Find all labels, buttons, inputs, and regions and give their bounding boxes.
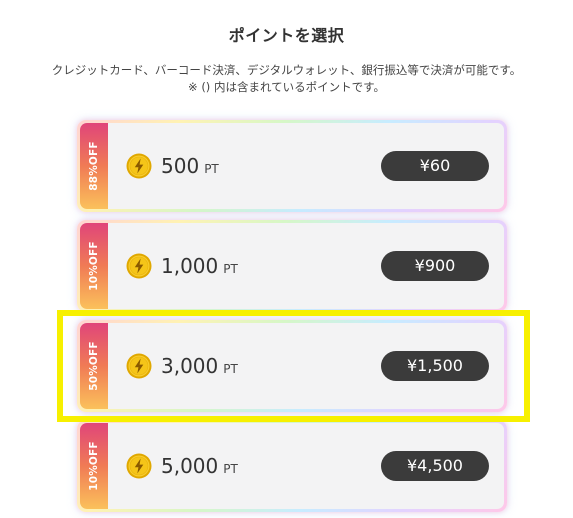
- point-amount-value: 1,000: [161, 254, 219, 278]
- point-option-inner: 10%OFF 1,000 PT ¥900: [80, 223, 504, 309]
- page-title: ポイントを選択: [228, 26, 345, 45]
- discount-badge: 88%OFF: [80, 123, 108, 209]
- discount-label: 10%OFF: [88, 441, 100, 491]
- point-selection-page: ポイントを選択 クレジットカード、バーコード決済、デジタルウォレット、銀行振込等…: [0, 0, 573, 518]
- point-option-inner: 10%OFF 5,000 PT ¥4,500: [80, 423, 504, 509]
- price-button[interactable]: ¥900: [381, 251, 489, 281]
- point-option-inner: 50%OFF 3,000 PT ¥1,500: [80, 323, 504, 409]
- point-option-card[interactable]: 10%OFF 1,000 PT ¥900: [77, 220, 507, 312]
- lightning-coin-icon: [126, 253, 152, 279]
- discount-badge: 10%OFF: [80, 423, 108, 509]
- price-button[interactable]: ¥4,500: [381, 451, 489, 481]
- point-amount: 5,000 PT: [161, 454, 238, 478]
- points-included-note: ※ () 内は含まれているポイントです。: [188, 80, 385, 94]
- discount-label: 50%OFF: [88, 341, 100, 391]
- point-unit: PT: [204, 162, 219, 176]
- point-unit: PT: [223, 362, 238, 376]
- lightning-coin-icon: [126, 453, 152, 479]
- lightning-coin-icon: [126, 353, 152, 379]
- point-amount-value: 5,000: [161, 454, 219, 478]
- point-unit: PT: [223, 262, 238, 276]
- point-option-card[interactable]: 88%OFF 500 PT ¥60: [77, 120, 507, 212]
- point-unit: PT: [223, 462, 238, 476]
- point-option-card-selected[interactable]: 50%OFF 3,000 PT ¥1,500: [77, 320, 507, 412]
- discount-label: 88%OFF: [88, 141, 100, 191]
- point-amount-value: 500: [161, 154, 200, 178]
- point-option-inner: 88%OFF 500 PT ¥60: [80, 123, 504, 209]
- point-option-card[interactable]: 10%OFF 5,000 PT ¥4,500: [77, 420, 507, 512]
- price-button[interactable]: ¥1,500: [381, 351, 489, 381]
- discount-label: 10%OFF: [88, 241, 100, 291]
- price-button[interactable]: ¥60: [381, 151, 489, 181]
- point-amount: 500 PT: [161, 154, 219, 178]
- point-amount: 3,000 PT: [161, 354, 238, 378]
- discount-badge: 50%OFF: [80, 323, 108, 409]
- discount-badge: 10%OFF: [80, 223, 108, 309]
- payment-methods-note: クレジットカード、バーコード決済、デジタルウォレット、銀行振込等で決済が可能です…: [51, 63, 522, 77]
- point-amount: 1,000 PT: [161, 254, 238, 278]
- lightning-coin-icon: [126, 153, 152, 179]
- point-amount-value: 3,000: [161, 354, 219, 378]
